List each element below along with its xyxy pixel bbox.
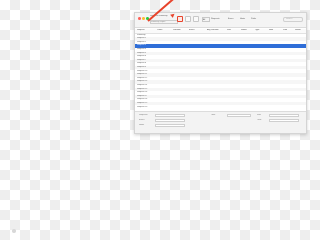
table-cell: Request 20 bbox=[137, 105, 148, 108]
column-header[interactable]: Path bbox=[283, 29, 294, 33]
table-row[interactable]: Request 20 bbox=[135, 106, 306, 110]
segment-hosts[interactable]: Hosts bbox=[240, 17, 250, 22]
status-label-total: Total bbox=[211, 114, 216, 116]
column-header[interactable]: Request bbox=[137, 29, 156, 33]
column-header[interactable]: Status bbox=[241, 29, 254, 33]
column-header[interactable]: Host bbox=[269, 29, 282, 33]
segment-errors[interactable]: Errors bbox=[228, 17, 239, 22]
status-label-size: Size bbox=[257, 114, 261, 116]
close-window-button[interactable] bbox=[138, 17, 141, 20]
segment-all[interactable]: All bbox=[202, 17, 210, 22]
segment-paths[interactable]: Paths bbox=[251, 17, 261, 22]
export-icon[interactable] bbox=[177, 16, 183, 22]
title-bar: Requests Summary Summary report All Requ… bbox=[135, 13, 306, 28]
status-label-time: Time bbox=[257, 119, 262, 121]
column-header[interactable]: Type bbox=[255, 29, 268, 33]
status-field-total bbox=[227, 114, 251, 117]
report-selector[interactable]: Summary report bbox=[150, 20, 178, 24]
search-input[interactable]: Search bbox=[283, 17, 303, 22]
column-header[interactable]: Result bbox=[295, 29, 305, 33]
refresh-icon[interactable] bbox=[185, 16, 191, 22]
column-header[interactable]: Size bbox=[227, 29, 240, 33]
page-background: { "window": { "title": "Requests Summary… bbox=[0, 0, 318, 240]
status-field-hosts bbox=[155, 124, 185, 127]
segment-requests[interactable]: Requests bbox=[211, 17, 227, 22]
status-label-requests: Requests bbox=[139, 114, 148, 116]
minimize-window-button[interactable] bbox=[142, 17, 145, 20]
status-label-hosts: Hosts bbox=[139, 124, 145, 126]
status-field-time bbox=[269, 119, 299, 122]
column-header[interactable]: Avg Duration bbox=[207, 29, 226, 33]
column-header[interactable]: Errors bbox=[189, 29, 206, 33]
status-label-errors: Errors bbox=[139, 119, 145, 121]
status-field-errors bbox=[155, 119, 185, 122]
watermark-dot bbox=[12, 229, 16, 233]
app-window: Requests Summary Summary report All Requ… bbox=[134, 12, 307, 134]
column-header[interactable]: Duration bbox=[173, 29, 188, 33]
columns-icon[interactable] bbox=[193, 16, 199, 22]
status-field-requests bbox=[155, 114, 185, 117]
status-bar: Requests Errors Hosts Total Size Time bbox=[135, 111, 306, 133]
status-field-size bbox=[269, 114, 299, 117]
column-header[interactable]: Count bbox=[157, 29, 172, 33]
